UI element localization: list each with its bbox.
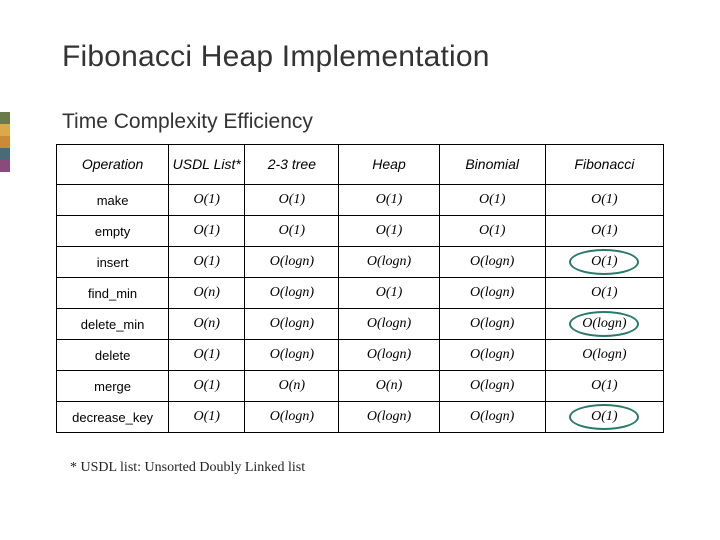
cell-binomial: O(1) [439, 216, 545, 247]
cell-fibonacci: O(1) [545, 402, 663, 433]
complexity-table-wrap: Operation USDL List* 2-3 tree Heap Binom… [56, 144, 664, 433]
table-header-row: Operation USDL List* 2-3 tree Heap Binom… [57, 145, 664, 185]
cell-usdl: O(n) [169, 309, 245, 340]
cell-fibonacci: O(1) [545, 216, 663, 247]
page-title: Fibonacci Heap Implementation [62, 40, 490, 74]
cell-usdl: O(1) [169, 247, 245, 278]
side-accent-bar [0, 112, 10, 172]
cell-binomial: O(logn) [439, 247, 545, 278]
cell-heap: O(logn) [339, 340, 439, 371]
cell-usdl: O(1) [169, 340, 245, 371]
cell-usdl: O(1) [169, 371, 245, 402]
cell-binomial: O(logn) [439, 309, 545, 340]
cell-two3: O(logn) [245, 247, 339, 278]
cell-usdl: O(1) [169, 216, 245, 247]
cell-usdl: O(1) [169, 185, 245, 216]
table-body: makeO(1)O(1)O(1)O(1)O(1)emptyO(1)O(1)O(1… [57, 185, 664, 433]
cell-binomial: O(1) [439, 185, 545, 216]
row-operation: empty [57, 216, 169, 247]
row-operation: delete_min [57, 309, 169, 340]
col-usdl: USDL List* [169, 145, 245, 185]
row-operation: delete [57, 340, 169, 371]
row-operation: decrease_key [57, 402, 169, 433]
col-binomial: Binomial [439, 145, 545, 185]
table-row: emptyO(1)O(1)O(1)O(1)O(1) [57, 216, 664, 247]
cell-heap: O(n) [339, 371, 439, 402]
table-row: deleteO(1)O(logn)O(logn)O(logn)O(logn) [57, 340, 664, 371]
cell-binomial: O(logn) [439, 371, 545, 402]
col-heap: Heap [339, 145, 439, 185]
cell-two3: O(1) [245, 216, 339, 247]
cell-usdl: O(n) [169, 278, 245, 309]
cell-binomial: O(logn) [439, 340, 545, 371]
row-operation: find_min [57, 278, 169, 309]
cell-fibonacci: O(1) [545, 185, 663, 216]
footnote: * USDL list: Unsorted Doubly Linked list [70, 460, 305, 476]
cell-heap: O(1) [339, 278, 439, 309]
cell-binomial: O(logn) [439, 278, 545, 309]
cell-heap: O(logn) [339, 247, 439, 278]
cell-fibonacci: O(1) [545, 278, 663, 309]
cell-two3: O(logn) [245, 309, 339, 340]
row-operation: merge [57, 371, 169, 402]
row-operation: make [57, 185, 169, 216]
row-operation: insert [57, 247, 169, 278]
slide: Fibonacci Heap Implementation Time Compl… [0, 0, 720, 540]
cell-two3: O(logn) [245, 402, 339, 433]
cell-heap: O(logn) [339, 402, 439, 433]
cell-two3: O(n) [245, 371, 339, 402]
cell-fibonacci: O(1) [545, 371, 663, 402]
cell-two3: O(logn) [245, 340, 339, 371]
col-operation: Operation [57, 145, 169, 185]
cell-binomial: O(logn) [439, 402, 545, 433]
col-fibonacci: Fibonacci [545, 145, 663, 185]
cell-two3: O(1) [245, 185, 339, 216]
cell-two3: O(logn) [245, 278, 339, 309]
cell-heap: O(1) [339, 216, 439, 247]
table-row: find_minO(n)O(logn)O(1)O(logn)O(1) [57, 278, 664, 309]
cell-usdl: O(1) [169, 402, 245, 433]
cell-fibonacci: O(logn) [545, 309, 663, 340]
cell-fibonacci: O(1) [545, 247, 663, 278]
cell-heap: O(logn) [339, 309, 439, 340]
table-row: mergeO(1)O(n)O(n)O(logn)O(1) [57, 371, 664, 402]
complexity-table: Operation USDL List* 2-3 tree Heap Binom… [56, 144, 664, 433]
table-row: makeO(1)O(1)O(1)O(1)O(1) [57, 185, 664, 216]
table-row: delete_minO(n)O(logn)O(logn)O(logn)O(log… [57, 309, 664, 340]
table-row: decrease_keyO(1)O(logn)O(logn)O(logn)O(1… [57, 402, 664, 433]
cell-fibonacci: O(logn) [545, 340, 663, 371]
table-row: insertO(1)O(logn)O(logn)O(logn)O(1) [57, 247, 664, 278]
cell-heap: O(1) [339, 185, 439, 216]
subtitle: Time Complexity Efficiency [62, 110, 313, 134]
col-2-3-tree: 2-3 tree [245, 145, 339, 185]
